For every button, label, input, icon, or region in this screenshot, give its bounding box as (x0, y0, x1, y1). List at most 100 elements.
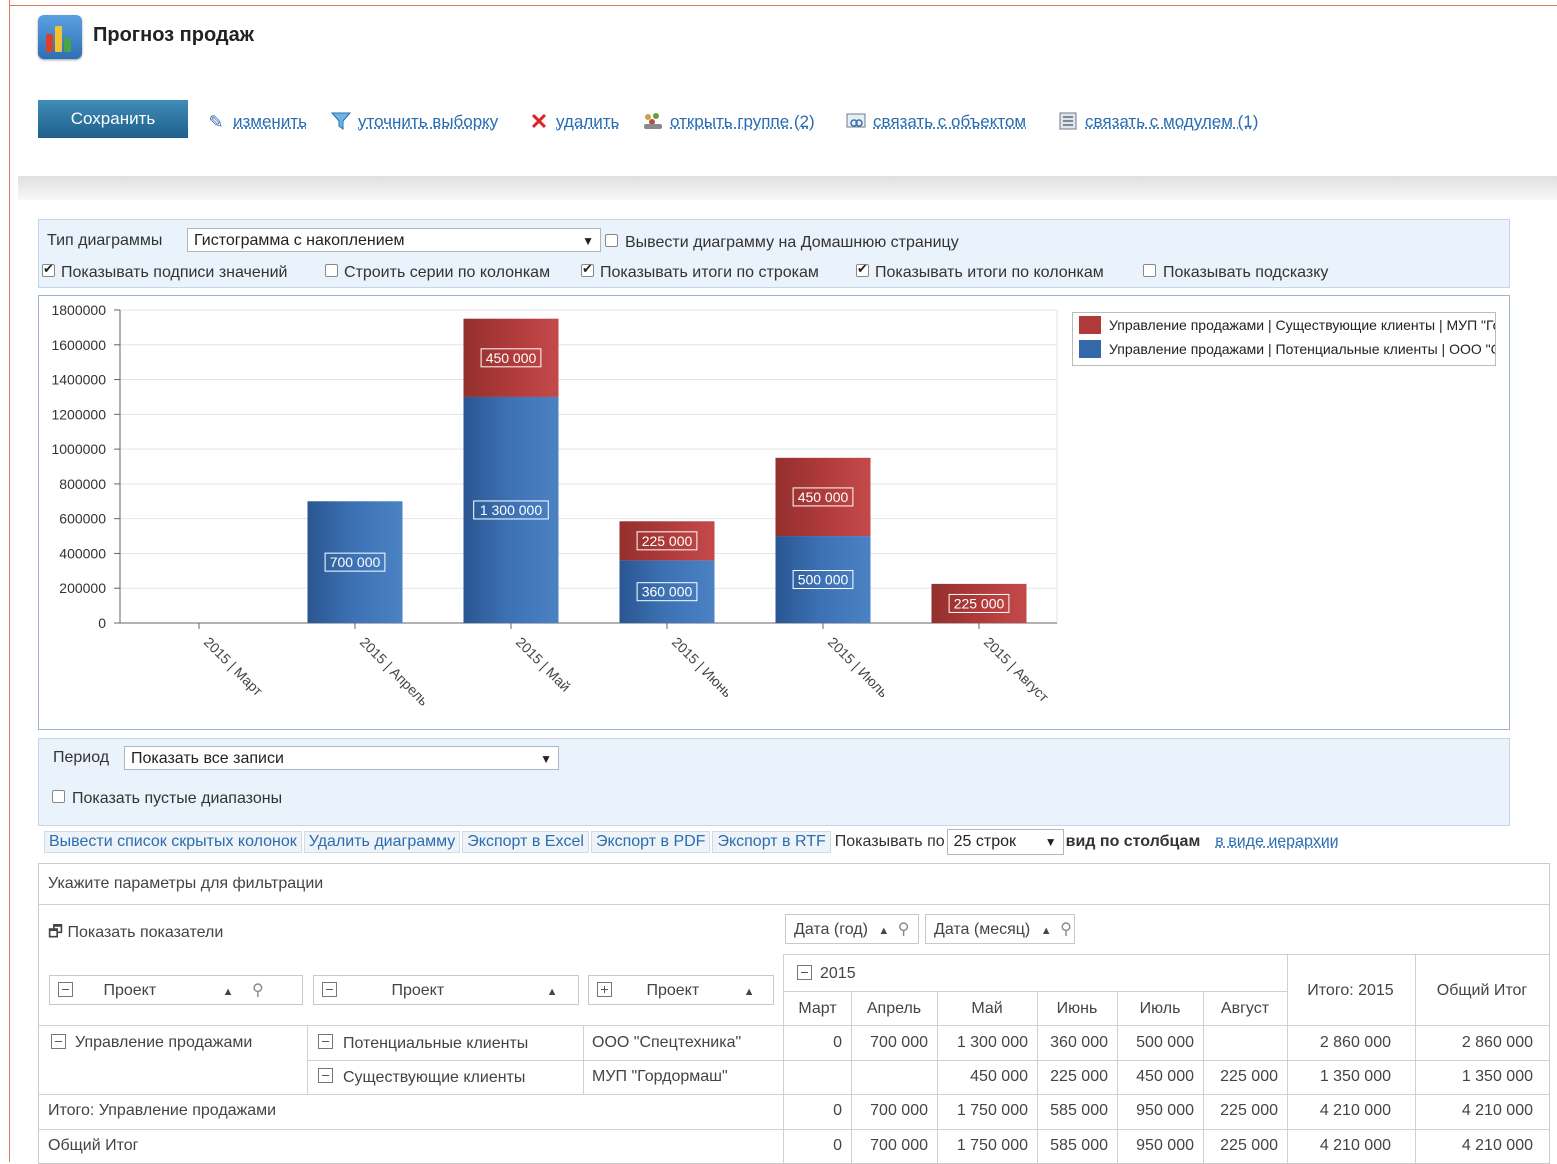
total-year-header: Итого: 2015 (1287, 982, 1414, 1000)
x-tick-label: 2015 | Май (513, 634, 574, 695)
month-header: Июль (1117, 1000, 1203, 1018)
pivot-row-line (39, 1094, 1549, 1095)
row-field-project-1[interactable]: Проект ▲ ⚲ (49, 975, 303, 1005)
view-columns-mode[interactable]: вид по столбцам (1066, 833, 1201, 851)
row-field-project-2[interactable]: Проект ▲ (313, 975, 579, 1005)
pivot-row-line (39, 1025, 1549, 1026)
pivot-grid-line (583, 1025, 584, 1094)
legend-label-existing: Управление продажами | Существующие клие… (1109, 317, 1496, 333)
empty-ranges-label: Показать пустые диапазоны (72, 790, 282, 808)
y-tick-label: 0 (98, 615, 106, 631)
rows-per-page-select[interactable]: 25 строк ▼ (947, 829, 1064, 855)
pivot-grid-line (1415, 954, 1416, 1163)
legend-swatch-potential (1079, 340, 1101, 358)
x-tick-label: 2015 | Апрель (357, 634, 432, 709)
group-label: Управление продажами (75, 1034, 252, 1052)
x-tick-label: 2015 | Август (981, 634, 1053, 706)
show-indicators-label: Показать показатели (67, 924, 223, 941)
dropdown-arrow-icon: ▼ (1045, 830, 1057, 854)
pivot-grid-line (307, 1025, 308, 1094)
y-tick-label: 1000000 (51, 441, 106, 457)
expand-icon[interactable] (597, 982, 612, 997)
collapse-icon[interactable] (322, 982, 337, 997)
month-header: Апрель (851, 1000, 937, 1018)
dropdown-arrow-icon: ▼ (540, 747, 552, 771)
data-label: 360 000 (642, 584, 693, 600)
row-field-project-3[interactable]: Проект ▲ (588, 975, 774, 1005)
show-indicators-button[interactable]: 🗗 Показать показатели (48, 921, 223, 948)
pivot-cell: 4 210 000 (1423, 1137, 1533, 1155)
client-label: ООО "Спецтехника" (592, 1034, 741, 1052)
collapse-icon[interactable] (58, 982, 73, 997)
y-tick-label: 800000 (59, 476, 106, 492)
legend-label-potential: Управление продажами | Потенциальные кли… (1109, 341, 1496, 357)
indicators-icon: 🗗 (48, 924, 63, 941)
subtotal-label: Итого: Управление продажами (48, 1102, 276, 1120)
data-label: 700 000 (330, 554, 381, 570)
export-rtf-button[interactable]: Экспорт в RTF (712, 831, 830, 853)
export-pdf-button[interactable]: Экспорт в PDF (591, 831, 711, 853)
pivot-row-line (307, 1060, 1549, 1061)
y-tick-label: 1800000 (51, 302, 106, 318)
column-field-month[interactable]: Дата (месяц) ▲ ⚲ (925, 914, 1075, 944)
pivot-cell: 4 210 000 (1423, 1102, 1533, 1120)
year-header: 2015 (820, 965, 856, 983)
delete-chart-button[interactable]: Удалить диаграмму (304, 831, 461, 853)
export-excel-button[interactable]: Экспорт в Excel (462, 831, 589, 853)
pivot-table: Укажите параметры для фильтрации 🗗 Показ… (38, 863, 1550, 1164)
stacked-bar-chart: 0 200000 400000 600000 800000 1000000 1200000 1… (0, 0, 1557, 740)
data-label: 1 300 000 (480, 502, 542, 518)
pivot-divider (783, 954, 1549, 955)
filter-hint: Укажите параметры для фильтрации (48, 875, 323, 893)
empty-ranges-checkbox[interactable] (52, 790, 65, 803)
row-field-label: Проект (391, 982, 444, 999)
period-label: Период (53, 749, 109, 767)
pivot-cell: 1 350 000 (1281, 1068, 1391, 1086)
y-tick-label: 400000 (59, 545, 106, 561)
column-field-year[interactable]: Дата (год) ▲ ⚲ (785, 914, 919, 944)
column-field-month-label: Дата (месяц) (934, 921, 1030, 938)
y-tick-label: 200000 (59, 580, 106, 596)
hidden-columns-button[interactable]: Вывести список скрытых колонок (44, 831, 302, 853)
data-label: 450 000 (798, 489, 849, 505)
show-by-label: Показывать по (835, 833, 945, 851)
legend-item-potential: Управление продажами | Потенциальные кли… (1079, 339, 1496, 359)
chart-legend: Управление продажами | Существующие клие… (1072, 312, 1496, 366)
data-label: 500 000 (798, 572, 849, 588)
collapse-icon[interactable] (318, 1034, 333, 1049)
collapse-icon[interactable] (51, 1034, 66, 1049)
pivot-divider (783, 991, 1288, 992)
pivot-grid-line (783, 954, 784, 1163)
pivot-cell: 700 000 (818, 1102, 928, 1120)
row-field-label: Проект (103, 982, 156, 999)
pivot-cell: 225 000 (1168, 1137, 1278, 1155)
pivot-cell: 500 000 (1084, 1034, 1194, 1052)
collapse-year-icon[interactable] (797, 965, 812, 980)
row-field-label: Проект (646, 982, 699, 999)
view-hierarchy-link[interactable]: в виде иерархии (1215, 833, 1338, 851)
data-label: 225 000 (954, 595, 1005, 611)
month-header: Май (937, 1000, 1037, 1018)
pivot-row-line (39, 1129, 1549, 1130)
filter-pin-icon[interactable]: ⚲ (898, 921, 910, 938)
sort-asc-icon: ▲ (744, 986, 755, 998)
grand-total-label: Общий Итог (48, 1137, 138, 1155)
sort-asc-icon: ▲ (223, 986, 234, 998)
x-tick-label: 2015 | Июнь (669, 634, 736, 701)
pivot-cell: 225 000 (1168, 1102, 1278, 1120)
period-select[interactable]: Показать все записи ▼ (124, 746, 559, 770)
y-tick-label: 1600000 (51, 337, 106, 353)
filter-pin-icon[interactable]: ⚲ (252, 982, 264, 999)
grand-total-header: Общий Итог (1415, 982, 1549, 1000)
y-tick-label: 600000 (59, 511, 106, 527)
subgroup-label: Существующие клиенты (343, 1069, 525, 1087)
collapse-icon[interactable] (318, 1068, 333, 1083)
pivot-cell: 2 860 000 (1281, 1034, 1391, 1052)
column-field-year-label: Дата (год) (794, 921, 868, 938)
period-value: Показать все записи (131, 750, 284, 767)
subgroup-label: Потенциальные клиенты (343, 1035, 528, 1053)
data-label: 450 000 (486, 350, 537, 366)
x-tick-label: 2015 | Март (201, 634, 267, 700)
filter-pin-icon[interactable]: ⚲ (1060, 921, 1072, 938)
client-label: МУП "Гордормаш" (592, 1068, 728, 1086)
